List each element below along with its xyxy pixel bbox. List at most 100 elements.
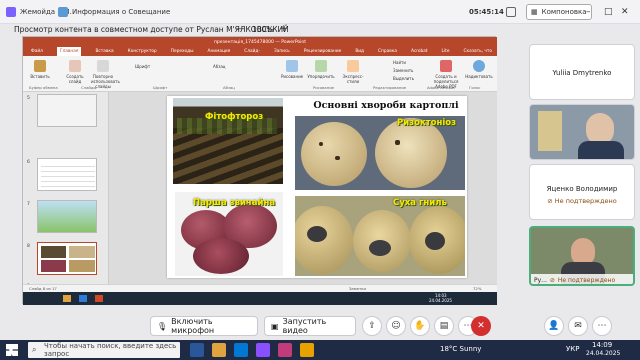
slide-thumbnail[interactable]: [37, 200, 97, 233]
table-preview: [41, 163, 95, 187]
taskbar-date: 24.04.2025: [586, 350, 621, 357]
meeting-timer: 05:45:14: [469, 8, 504, 16]
close-button[interactable]: ✕: [621, 4, 629, 20]
find-button[interactable]: Найти: [393, 60, 421, 65]
status-not-confirmed: ⊘ Не подтверждено: [547, 197, 617, 205]
language-indicator[interactable]: УКР: [566, 345, 579, 353]
app-icon[interactable]: [278, 343, 292, 357]
dictate-button[interactable]: Надиктовать: [465, 60, 493, 79]
new-slide-icon: [69, 60, 81, 72]
tab-acrobat[interactable]: Acrobat: [411, 47, 428, 56]
tab-review[interactable]: Рецензирование: [304, 47, 341, 56]
slide-thumbnail[interactable]: [37, 94, 97, 127]
slide-thumbnail-selected[interactable]: [37, 242, 97, 275]
tab-help[interactable]: Справка: [378, 47, 397, 56]
share-icon[interactable]: ⇪: [362, 316, 382, 336]
more-panel-icon[interactable]: ⋯: [592, 316, 612, 336]
tab-meeting-info[interactable]: Информация о Совещание: [58, 4, 170, 20]
layout-button[interactable]: ▦ Компоновка: [526, 4, 592, 20]
zoom-out-button[interactable]: —: [236, 24, 245, 34]
browser-icon: [79, 295, 87, 302]
windows-start-icon[interactable]: [6, 344, 18, 356]
arrange-icon: [315, 60, 327, 72]
slide-counter: Слайд 8 из 17: [29, 286, 57, 291]
meeting-app-icon[interactable]: [256, 343, 270, 357]
taskbar-search[interactable]: ⌕ Чтобы начать поиск, введите здесь запр…: [28, 342, 180, 358]
notes-button[interactable]: Заметки: [349, 286, 366, 291]
ribbon-group-labels: Буфер обмена Слайды Шрифт Абзац Рисовани…: [29, 85, 481, 90]
raise-hand-icon[interactable]: ✋: [410, 316, 430, 336]
caption-late-blight: Фітофтороз: [205, 112, 264, 122]
shapes-icon: [286, 60, 298, 72]
tab-transitions[interactable]: Переходы: [171, 47, 194, 56]
tab-record[interactable]: Запись: [274, 47, 290, 56]
tab-file[interactable]: Файл: [31, 47, 43, 56]
app-icon[interactable]: [300, 343, 314, 357]
participants-icon[interactable]: 👤: [544, 316, 564, 336]
tab-animation[interactable]: Анимация: [208, 47, 231, 56]
reuse-icon: [97, 60, 109, 72]
zoom-level: 100%: [252, 25, 274, 34]
photo-rhizoctonia: Ризоктоніоз: [295, 116, 465, 190]
replace-button[interactable]: Заменить: [393, 68, 421, 73]
reactions-icon[interactable]: ☺: [386, 316, 406, 336]
shared-screen: презентація_1745478000 — PowerPoint Файл…: [22, 36, 497, 305]
start-video-button[interactable]: ▣ Запустить видео: [264, 316, 356, 336]
minimize-button[interactable]: –: [586, 4, 591, 20]
tell-me-search[interactable]: Сказать, что вы хотите сделать: [463, 47, 497, 72]
meeting-top-bar: Жемойда В.Л. Информация о Совещание 05:4…: [0, 0, 640, 24]
paste-button[interactable]: Вставить: [29, 60, 51, 79]
participant-video-tile-active[interactable]: Ру... ⊘ Не подтверждено: [529, 226, 635, 286]
caption-common-scab: Парша звичайна: [193, 198, 276, 208]
new-slide-button[interactable]: Создать слайд: [63, 60, 87, 84]
photo-late-blight: Фітофтороз: [173, 98, 283, 184]
caption-dry-rot: Суха гниль: [393, 198, 447, 208]
maximize-button[interactable]: □: [604, 4, 613, 20]
ribbon-tabs: Файл Главная Вставка Конструктор Переход…: [23, 47, 497, 72]
drawing-button[interactable]: Рисование: [281, 60, 303, 79]
slide-editor: Основні хвороби картоплі Фітофтороз Ризо…: [109, 92, 497, 284]
file-explorer-icon[interactable]: [212, 343, 226, 357]
unmute-button[interactable]: 🎙 Включить микрофон: [150, 316, 258, 336]
task-view-icon[interactable]: [190, 343, 204, 357]
tab-slideshow[interactable]: Слайд-шоу: [244, 47, 260, 63]
window-icon[interactable]: [506, 7, 516, 17]
zoom-in-button[interactable]: +: [280, 24, 288, 34]
video-off-icon: ▣: [271, 321, 279, 331]
tab-insert[interactable]: Вставка: [95, 47, 113, 56]
app-icon: [6, 7, 16, 17]
tab-view[interactable]: Вид: [355, 47, 364, 56]
select-button[interactable]: Выделить: [393, 76, 421, 81]
pdf-icon: [440, 60, 452, 72]
current-slide[interactable]: Основні хвороби картоплі Фітофтороз Ризо…: [167, 96, 467, 278]
warning-icon: ⊘: [547, 197, 555, 205]
tab-lite[interactable]: Lite: [442, 47, 450, 56]
chat-icon[interactable]: ▤: [434, 316, 454, 336]
styles-icon: [347, 60, 359, 72]
paragraph-group[interactable]: Абзац: [213, 64, 263, 69]
tab-home[interactable]: Главная: [56, 47, 82, 56]
powerpoint-statusbar: Слайд 8 из 17 Заметки 72%: [23, 284, 497, 292]
leave-call-button[interactable]: ✕: [471, 316, 491, 336]
quick-styles-button[interactable]: Экспресс-стили: [339, 60, 367, 84]
slide-thumbnails-pane: 5 6 7 8 9: [23, 92, 109, 289]
microphone-off-icon: 🎙: [157, 321, 168, 331]
edge-icon[interactable]: [234, 343, 248, 357]
participant-video-tile[interactable]: [529, 104, 635, 160]
powerpoint-icon: [95, 295, 103, 302]
font-group[interactable]: Шрифт: [135, 64, 195, 69]
participant-tile[interactable]: Яценко Володимир ⊘ Не подтверждено: [529, 164, 635, 220]
info-icon: [58, 7, 68, 17]
tab-design[interactable]: Конструктор: [128, 47, 157, 56]
warning-icon: ⊘: [549, 276, 555, 284]
powerpoint-titlebar: презентація_1745478000 — PowerPoint: [23, 37, 497, 47]
remote-taskbar: 14:03 24.04.2025: [23, 292, 497, 305]
slide-thumbnail[interactable]: [37, 158, 97, 191]
weather-widget[interactable]: 18°C Sunny: [440, 345, 481, 353]
search-icon: ⌕: [32, 345, 37, 354]
chat-panel-icon[interactable]: ✉: [568, 316, 588, 336]
photo-dry-rot: Суха гниль: [295, 196, 465, 276]
slide-title: Основні хвороби картоплі: [313, 100, 459, 111]
arrange-button[interactable]: Упорядочить: [307, 60, 335, 79]
participant-tile[interactable]: Yuliia Dmytrenko: [529, 44, 635, 100]
